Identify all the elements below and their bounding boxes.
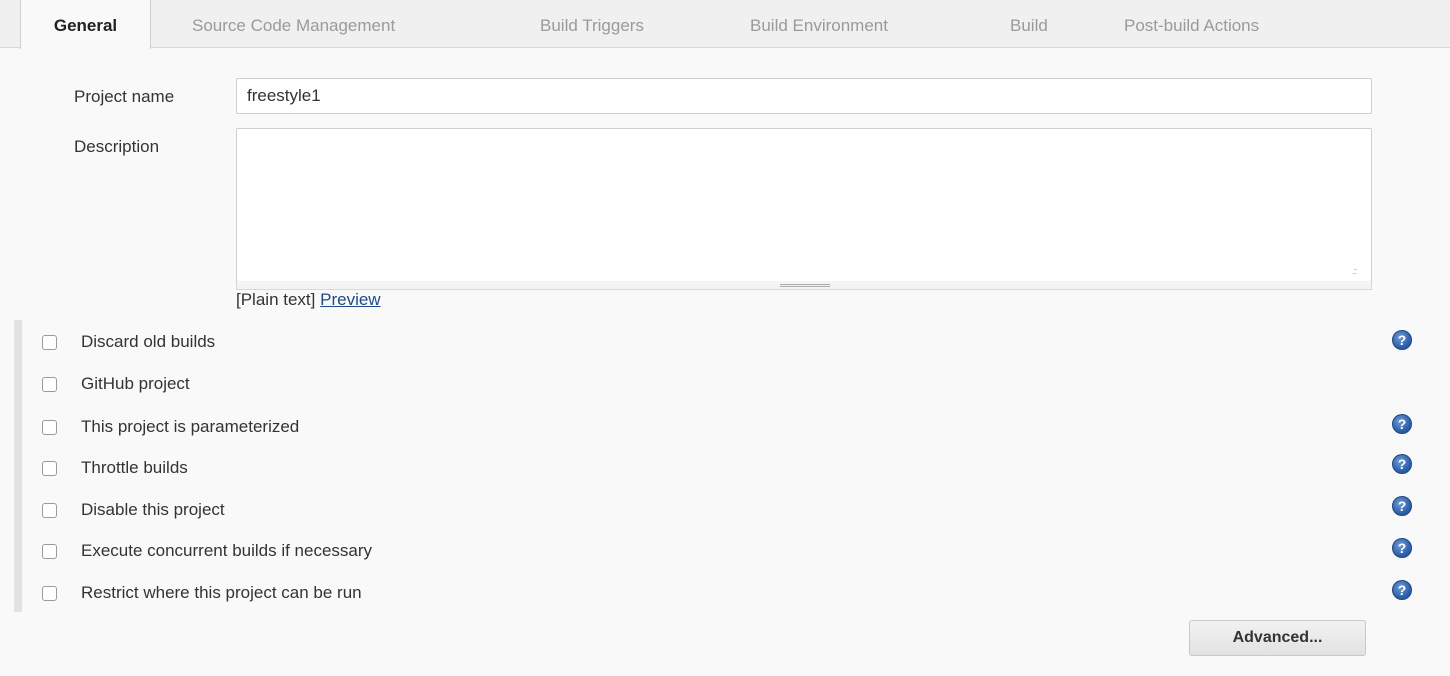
resize-grip-icon[interactable]: .:: bbox=[1352, 267, 1366, 280]
option-throttle-builds: Throttle builds bbox=[42, 457, 188, 479]
discard-old-builds-label: Discard old builds bbox=[81, 332, 216, 351]
option-discard-old-builds: Discard old builds bbox=[42, 331, 215, 353]
job-config-page: General Source Code Management Build Tri… bbox=[0, 0, 1450, 676]
concurrent-builds-checkbox[interactable] bbox=[42, 543, 57, 559]
github-project-checkbox[interactable] bbox=[42, 376, 57, 392]
option-parameterized: This project is parameterized bbox=[42, 416, 299, 438]
restrict-where-run-checkbox[interactable] bbox=[42, 585, 57, 601]
help-circle-icon[interactable]: ? bbox=[1392, 454, 1412, 474]
option-disable-project: Disable this project bbox=[42, 499, 225, 521]
disable-project-checkbox[interactable] bbox=[42, 502, 57, 518]
config-tab-bar: General Source Code Management Build Tri… bbox=[0, 0, 1450, 49]
description-label: Description bbox=[74, 137, 160, 156]
tab-source-code-management[interactable]: Source Code Management bbox=[192, 0, 395, 48]
plain-text-label: [Plain text] bbox=[236, 290, 316, 309]
tab-general[interactable]: General bbox=[20, 0, 151, 49]
markup-formatter-note: [Plain text] Preview bbox=[236, 290, 381, 310]
options-section-bar bbox=[14, 320, 22, 612]
tab-build-triggers[interactable]: Build Triggers bbox=[540, 0, 644, 48]
help-circle-icon[interactable]: ? bbox=[1392, 414, 1412, 434]
description-textarea[interactable] bbox=[236, 128, 1372, 282]
parameterized-label: This project is parameterized bbox=[81, 417, 300, 436]
disable-project-label: Disable this project bbox=[81, 500, 225, 519]
project-name-input[interactable] bbox=[236, 78, 1372, 114]
option-concurrent-builds: Execute concurrent builds if necessary bbox=[42, 540, 372, 562]
concurrent-builds-label: Execute concurrent builds if necessary bbox=[81, 541, 373, 560]
grip-handle-icon bbox=[780, 284, 830, 287]
help-circle-icon[interactable]: ? bbox=[1392, 496, 1412, 516]
help-circle-icon[interactable]: ? bbox=[1392, 330, 1412, 350]
help-circle-icon[interactable]: ? bbox=[1392, 538, 1412, 558]
throttle-builds-label: Throttle builds bbox=[81, 458, 188, 477]
tab-post-build-actions[interactable]: Post-build Actions bbox=[1124, 0, 1259, 48]
textarea-resize-bar[interactable] bbox=[236, 281, 1372, 290]
option-github-project: GitHub project bbox=[42, 373, 190, 395]
option-restrict-where-run: Restrict where this project can be run bbox=[42, 582, 362, 604]
restrict-where-run-label: Restrict where this project can be run bbox=[81, 583, 362, 602]
tab-build[interactable]: Build bbox=[1010, 0, 1048, 48]
throttle-builds-checkbox[interactable] bbox=[42, 460, 57, 476]
advanced-button[interactable]: Advanced... bbox=[1189, 620, 1366, 656]
parameterized-checkbox[interactable] bbox=[42, 419, 57, 435]
github-project-label: GitHub project bbox=[81, 374, 190, 393]
discard-old-builds-checkbox[interactable] bbox=[42, 334, 57, 350]
tab-build-environment[interactable]: Build Environment bbox=[750, 0, 888, 48]
help-circle-icon[interactable]: ? bbox=[1392, 580, 1412, 600]
project-name-label: Project name bbox=[74, 87, 175, 106]
preview-link[interactable]: Preview bbox=[320, 290, 380, 309]
